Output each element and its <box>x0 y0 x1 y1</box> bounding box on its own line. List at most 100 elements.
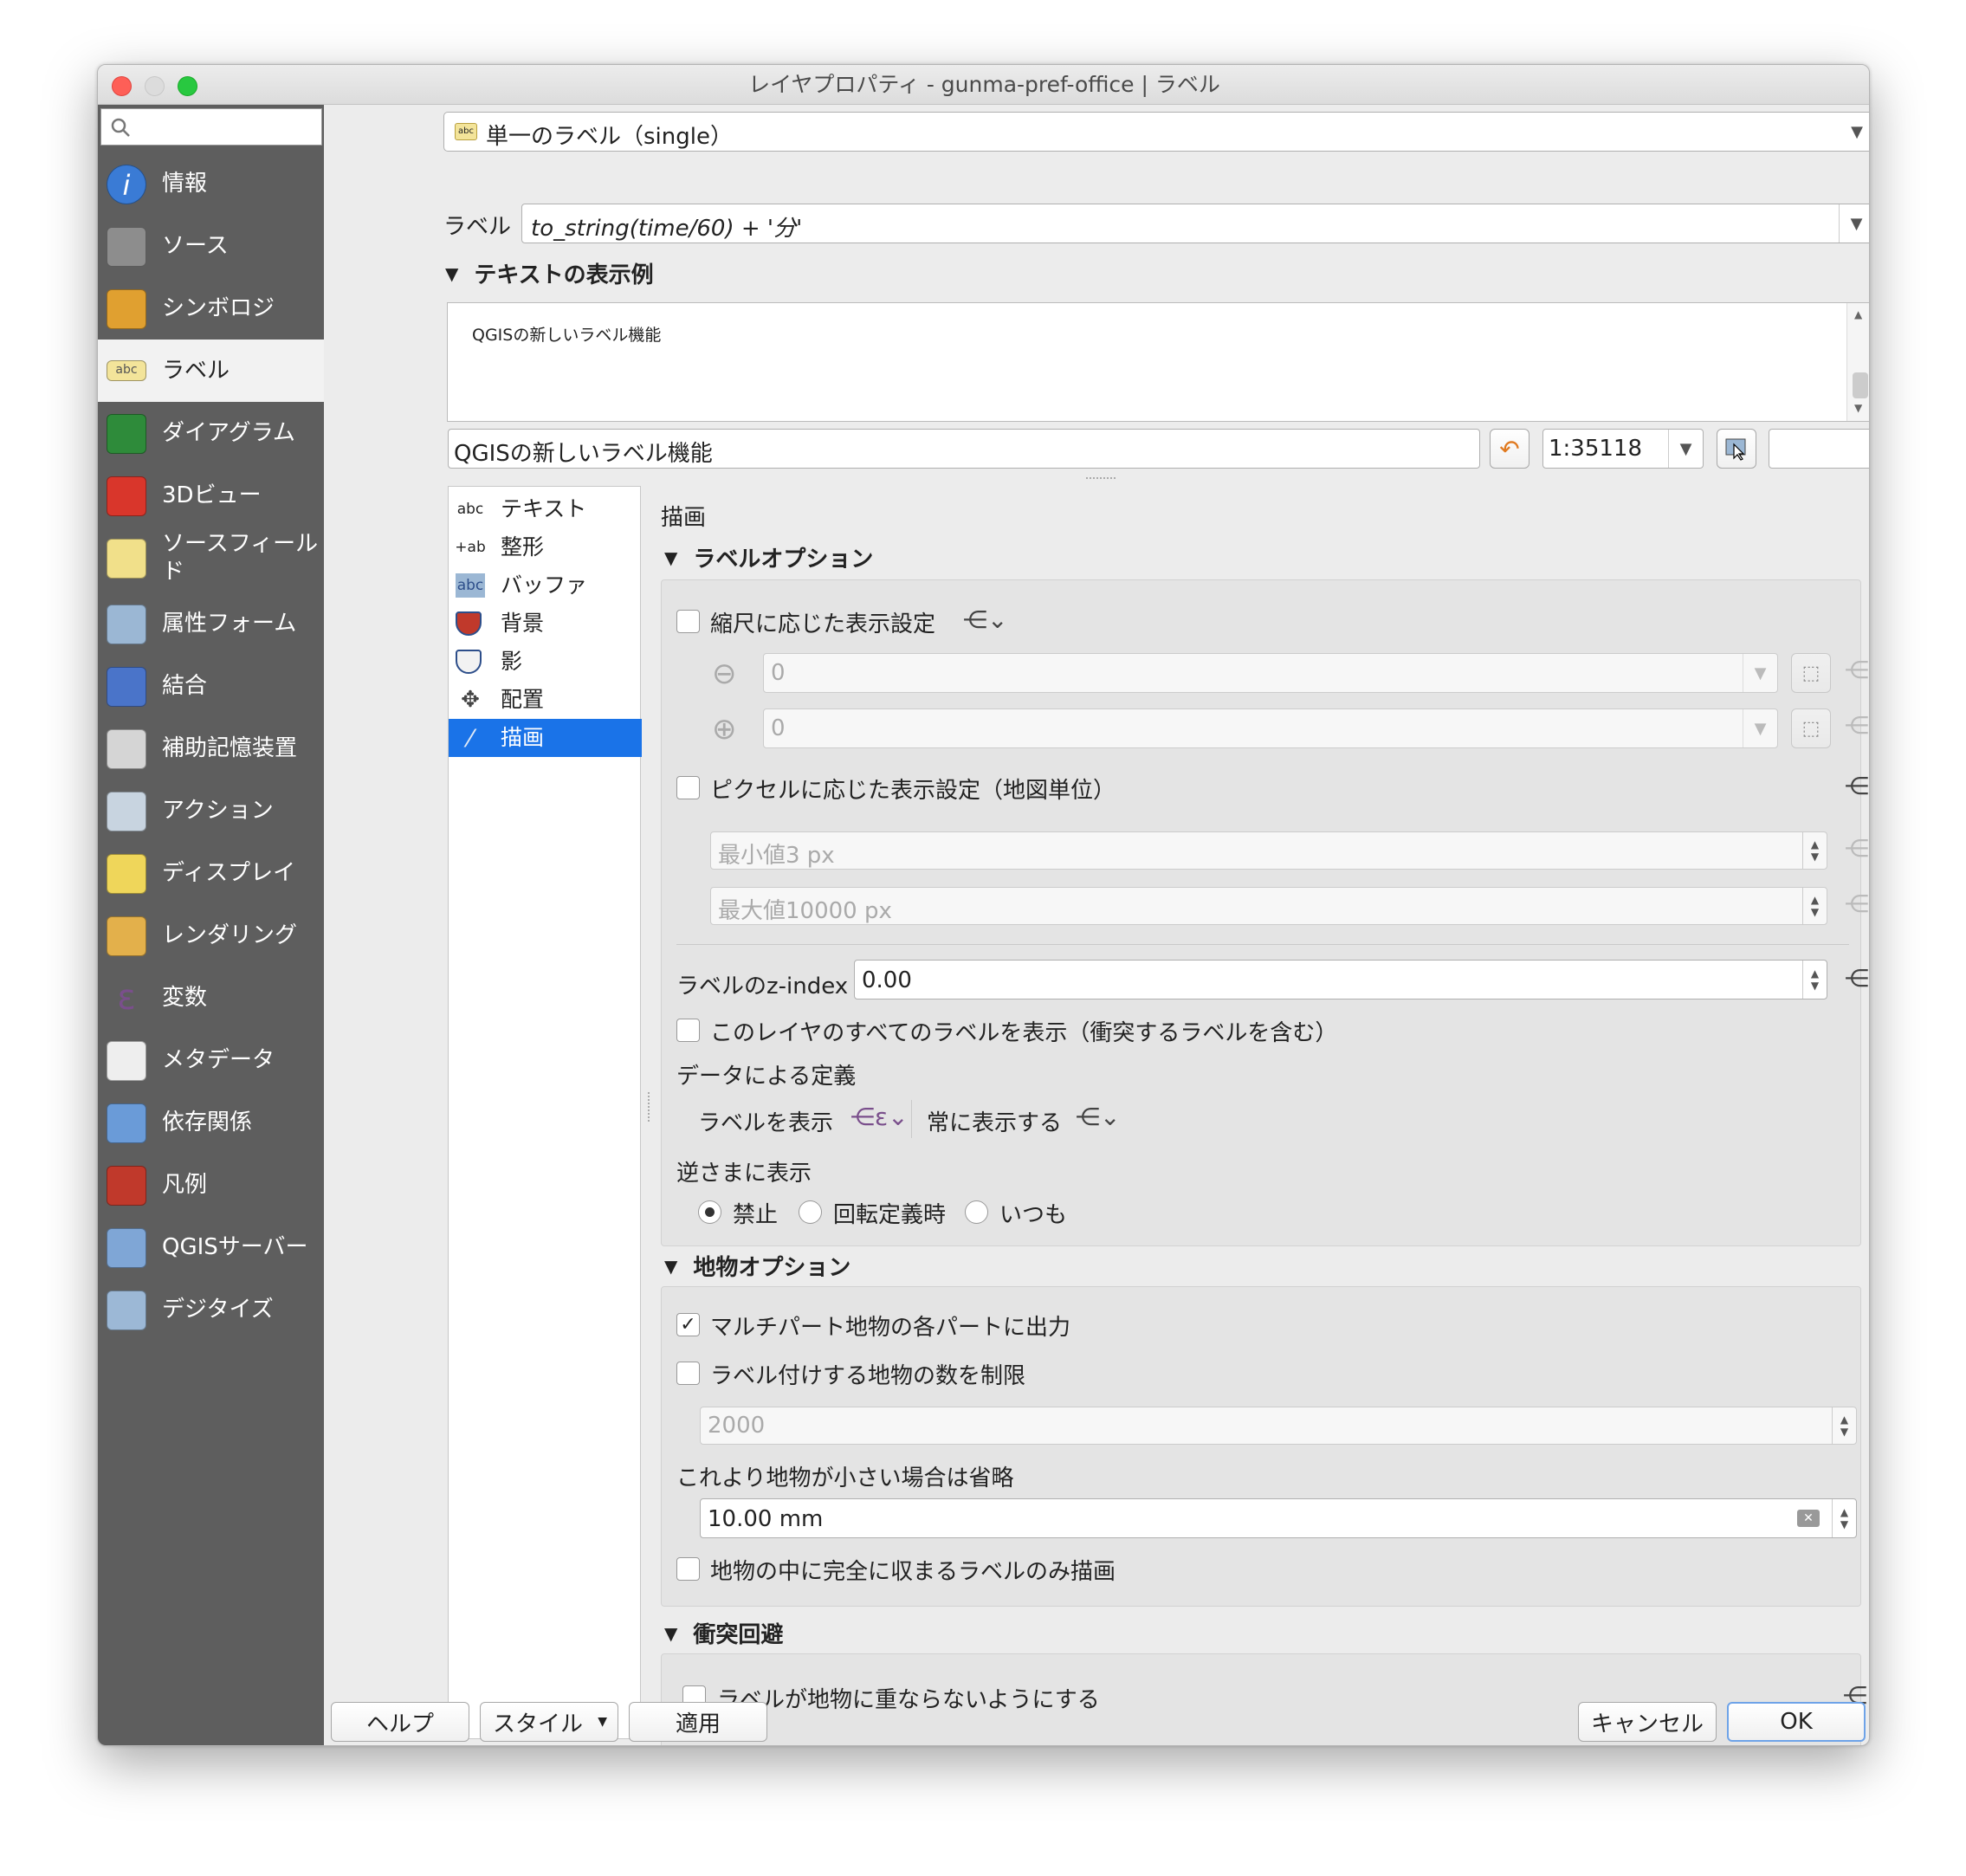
data-defined-override-icon[interactable]: ⋲⌄ <box>1845 771 1869 802</box>
data-defined-expression-icon[interactable]: ⋲ε⌄ <box>850 1102 909 1133</box>
tab-item-3[interactable]: 背景 <box>449 605 642 643</box>
preview-scale-select[interactable]: 1:35118 ▼ <box>1542 429 1704 469</box>
zindex-input[interactable]: 0.00 ▲ ▼ <box>854 960 1827 999</box>
sidebar-item-12[interactable]: レンダリング <box>98 904 324 967</box>
label-expression-input[interactable]: to_string(time/60) + '分' ▼ <box>521 204 1869 243</box>
sidebar-item-13[interactable]: ε 変数 <box>98 967 324 1029</box>
min-feature-size-input[interactable]: 10.00 mm ✕ ▲ ▼ <box>700 1498 1857 1538</box>
data-defined-override-icon[interactable]: ⋲⌄ <box>1845 889 1869 920</box>
pick-scale-button[interactable] <box>1717 429 1756 469</box>
minimize-window-button[interactable] <box>145 76 165 96</box>
current-scale-button[interactable]: ⬚ <box>1791 708 1831 748</box>
sidebar-item-7[interactable]: 属性フォーム <box>98 592 324 655</box>
sidebar-item-3[interactable]: abc ラベル <box>98 340 324 402</box>
qgis-server-icon <box>107 1228 146 1268</box>
map-pointer-icon: ⬚ <box>1801 717 1820 740</box>
scale-based-visibility-checkbox[interactable] <box>676 610 700 633</box>
action-gear-icon <box>107 792 146 831</box>
sidebar-item-17[interactable]: QGISサーバー <box>98 1216 324 1278</box>
sidebar-item-4[interactable]: ダイアグラム <box>98 402 324 464</box>
render-heading: 描画 <box>661 505 707 531</box>
show-all-labels-checkbox[interactable] <box>676 1019 700 1042</box>
upside-always-radio[interactable] <box>965 1200 988 1224</box>
tab-item-1[interactable]: +ab 整形 <box>449 528 642 566</box>
data-defined-override-icon[interactable]: ⋲⌄ <box>1845 655 1869 686</box>
sidebar-item-5[interactable]: 3Dビュー <box>98 464 324 527</box>
obstacles-header[interactable]: ▼ 衝突回避 <box>664 1617 783 1649</box>
apply-button[interactable]: 適用 <box>629 1702 767 1742</box>
clear-icon[interactable]: ✕ <box>1797 1510 1820 1527</box>
sidebar-item-1[interactable]: ソース <box>98 215 324 277</box>
sidebar-item-10[interactable]: アクション <box>98 780 324 842</box>
current-scale-button[interactable]: ⬚ <box>1791 653 1831 693</box>
preview-scrollbar[interactable]: ▲ ▼ <box>1846 303 1869 421</box>
apply-button-label: 適用 <box>675 1711 721 1737</box>
tab-item-4[interactable]: 影 <box>449 643 642 681</box>
tab-item-label: バッファ <box>501 573 588 598</box>
maximize-window-button[interactable] <box>178 76 197 96</box>
render-brush-icon <box>107 916 146 956</box>
data-defined-override-icon[interactable]: ⋲⌄ <box>1845 963 1869 994</box>
limit-features-checkbox[interactable] <box>676 1362 700 1385</box>
tab-item-6[interactable]: ⁄ 描画 <box>449 719 642 757</box>
sidebar-search-input[interactable] <box>100 108 322 146</box>
sidebar-item-label: デジタイズ <box>162 1297 274 1323</box>
sidebar-item-11[interactable]: ディスプレイ <box>98 842 324 904</box>
sidebar-item-9[interactable]: 補助記憶装置 <box>98 717 324 780</box>
sidebar-item-label: ディスプレイ <box>162 860 296 886</box>
spinbox-arrows[interactable]: ▲ ▼ <box>1802 832 1827 869</box>
upside-never-radio[interactable] <box>698 1200 721 1224</box>
tab-item-0[interactable]: abc テキスト <box>449 490 642 528</box>
sidebar-item-18[interactable]: デジタイズ <box>98 1278 324 1341</box>
sidebar-item-6[interactable]: ソースフィールド <box>98 527 324 589</box>
help-button-label: ヘルプ <box>365 1711 434 1737</box>
preview-background-color-button[interactable]: ▼ <box>1769 429 1869 469</box>
ok-button[interactable]: OK <box>1727 1702 1866 1742</box>
zindex-label: ラベルのz-index <box>676 974 849 999</box>
fit-inside-polygon-checkbox[interactable] <box>676 1557 700 1581</box>
splitter-handle[interactable] <box>648 1092 650 1122</box>
cancel-button[interactable]: キャンセル <box>1578 1702 1717 1742</box>
help-button[interactable]: ヘルプ <box>331 1702 469 1742</box>
upside-rotation-radio[interactable] <box>799 1200 822 1224</box>
feature-options-header[interactable]: ▼ 地物オプション <box>664 1250 850 1282</box>
data-defined-override-icon[interactable]: ⋲⌄ <box>1845 710 1869 741</box>
reset-preview-button[interactable]: ↶ <box>1490 429 1529 469</box>
tab-item-2[interactable]: abc バッファ <box>449 566 642 605</box>
sidebar-item-15[interactable]: 依存関係 <box>98 1091 324 1154</box>
multipart-checkbox[interactable]: ✓ <box>676 1313 700 1336</box>
sidebar-item-8[interactable]: 結合 <box>98 655 324 717</box>
data-defined-override-icon[interactable]: ⋲⌄ <box>1845 833 1869 864</box>
sidebar-item-label: ソース <box>162 233 229 259</box>
pixel-size-visibility-checkbox[interactable] <box>676 776 700 799</box>
rendering-pen-icon: ⁄ <box>468 723 473 753</box>
style-button[interactable]: スタイル ▼ <box>480 1702 618 1742</box>
buffer-icon: abc <box>456 573 485 598</box>
label-options-header[interactable]: ▼ ラベルオプション <box>664 541 873 573</box>
max-pixel-size-input[interactable]: 最大値10000 px ▲ ▼ <box>710 887 1827 925</box>
splitter-handle[interactable] <box>1086 477 1116 480</box>
min-pixel-size-input[interactable]: 最小値3 px ▲ ▼ <box>710 831 1827 870</box>
sidebar-item-label: アクション <box>162 798 274 824</box>
min-scale-select[interactable]: 0 ▼ <box>763 653 1778 693</box>
label-mode-value: 単一のラベル（single） <box>486 124 733 150</box>
label-mode-select[interactable]: abc 単一のラベル（single） ▼ <box>443 112 1869 152</box>
sidebar-item-14[interactable]: メタデータ <box>98 1029 324 1091</box>
spinbox-arrows[interactable]: ▲ ▼ <box>1802 961 1827 999</box>
preview-text-input[interactable]: QGISの新しいラベル機能 <box>448 429 1480 469</box>
data-defined-override-icon[interactable]: ⋲⌄ <box>1076 1102 1120 1133</box>
sidebar-item-0[interactable]: i 情報 <box>98 152 324 215</box>
limit-count-input[interactable]: 2000 ▲ ▼ <box>700 1407 1857 1445</box>
spinbox-arrows[interactable]: ▲ ▼ <box>1832 1407 1856 1444</box>
divider <box>676 944 1849 945</box>
sidebar-item-2[interactable]: シンボロジ <box>98 277 324 340</box>
preview-section-header[interactable]: ▼ テキストの表示例 <box>445 257 654 289</box>
data-defined-override-icon[interactable]: ⋲⌄ <box>963 605 1007 636</box>
close-window-button[interactable] <box>112 76 132 96</box>
tab-item-5[interactable]: ✥ 配置 <box>449 681 642 719</box>
spinbox-arrows[interactable]: ▲ ▼ <box>1802 888 1827 924</box>
max-scale-select[interactable]: 0 ▼ <box>763 708 1778 748</box>
spinbox-arrows[interactable]: ▲ ▼ <box>1832 1499 1856 1537</box>
tab-item-label: テキスト <box>501 496 587 521</box>
sidebar-item-16[interactable]: 凡例 <box>98 1154 324 1216</box>
